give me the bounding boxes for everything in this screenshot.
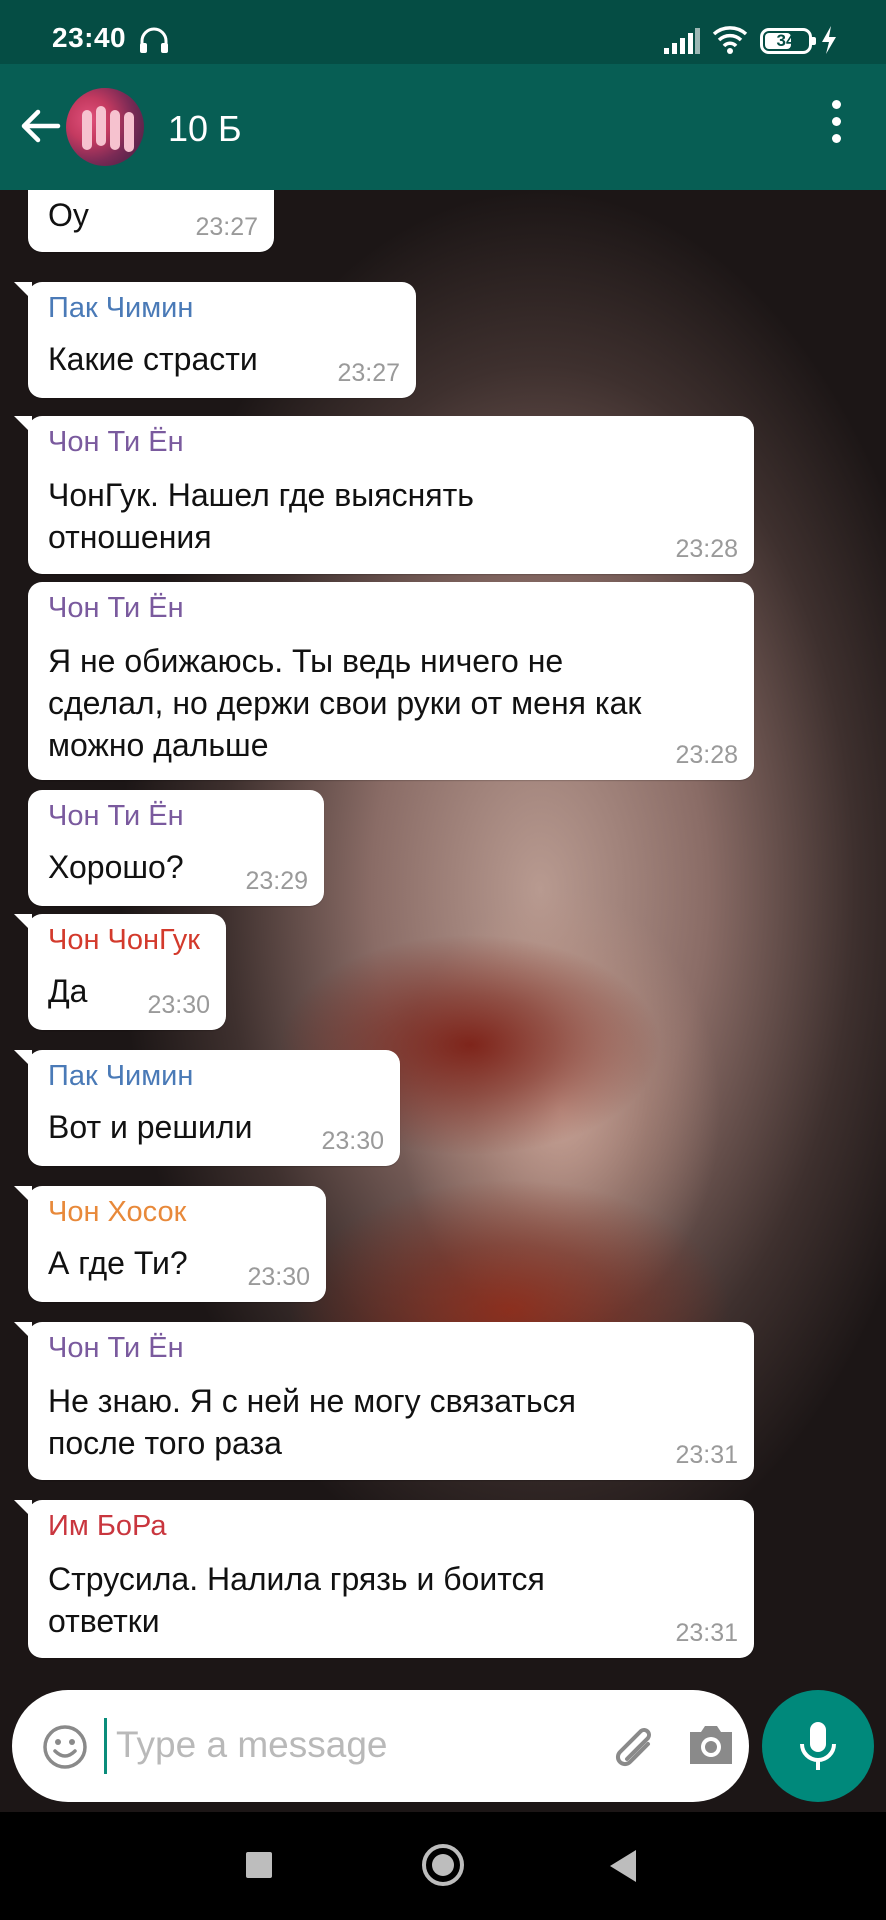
recents-icon[interactable]: [246, 1852, 272, 1878]
message-time: 23:27: [195, 213, 258, 241]
charging-bolt-icon: [822, 26, 836, 54]
message-bubble[interactable]: Оу 23:27: [28, 190, 274, 252]
message-bubble[interactable]: Им БоРа Струсила. Налила грязь и боится о…: [14, 1500, 754, 1658]
message-line: Струсила. Налила грязь и боится: [48, 1561, 545, 1597]
headphones-icon: [140, 27, 168, 53]
message-bubble[interactable]: Чон Ти Ён Я не обижаюсь. Ты ведь ничего …: [28, 582, 754, 780]
message-text: Не знаю. Я с ней не могу связаться после …: [48, 1380, 576, 1464]
message-sender: Чон Ти Ён: [48, 1332, 184, 1364]
status-bar: 23:40 34: [0, 0, 886, 64]
status-time: 23:40: [52, 22, 127, 53]
system-nav-bar: [0, 1812, 886, 1920]
message-sender: Чон ЧонГук: [48, 924, 200, 956]
text-caret: [104, 1718, 107, 1774]
message-time: 23:31: [675, 1441, 738, 1469]
message-bubble[interactable]: Чон Ти Ён ЧонГук. Нашел где выяснять отно…: [14, 416, 754, 574]
message-bubble[interactable]: Пак Чимин Вот и решили 23:30: [14, 1050, 400, 1166]
message-text: Я не обижаюсь. Ты ведь ничего не сделал, …: [48, 640, 641, 766]
message-line: ответки: [48, 1603, 160, 1639]
message-composer[interactable]: Type a message: [12, 1690, 749, 1802]
attach-icon[interactable]: [606, 1720, 660, 1774]
wifi-icon: [712, 26, 748, 54]
group-avatar[interactable]: [66, 88, 144, 166]
mic-icon: [800, 1722, 836, 1770]
message-input[interactable]: Type a message: [116, 1724, 387, 1766]
chat-header: 10 Б: [0, 64, 886, 190]
message-time: 23:27: [337, 359, 400, 387]
message-text: Какие страсти: [48, 341, 258, 377]
message-time: 23:31: [675, 1619, 738, 1647]
message-bubble[interactable]: Чон ЧонГук Да 23:30: [14, 914, 226, 1030]
mic-button[interactable]: [762, 1690, 874, 1802]
home-icon[interactable]: [422, 1844, 464, 1886]
message-sender: Пак Чимин: [48, 1060, 194, 1092]
message-text: Оу: [48, 197, 89, 233]
message-time: 23:28: [675, 535, 738, 563]
message-sender: Чон Ти Ён: [48, 592, 184, 624]
message-list[interactable]: Оу 23:27 Пак Чимин Какие страсти 23:27 Ч…: [0, 190, 886, 1812]
message-sender: Им БоРа: [48, 1510, 167, 1542]
message-line: Не знаю. Я с ней не могу связаться: [48, 1383, 576, 1419]
message-sender: Пак Чимин: [48, 292, 194, 324]
message-line: сделал, но держи свои руки от меня как: [48, 685, 642, 721]
message-text: Струсила. Налила грязь и боится ответки: [48, 1558, 545, 1642]
message-time: 23:30: [321, 1127, 384, 1155]
message-line: Я не обижаюсь. Ты ведь ничего не: [48, 643, 564, 679]
message-text: Хорошо?: [48, 849, 184, 885]
message-sender: Чон Хосок: [48, 1196, 187, 1228]
signal-icon: [664, 28, 700, 54]
emoji-icon[interactable]: [42, 1724, 88, 1770]
message-bubble[interactable]: Чон Ти Ён Хорошо? 23:29: [28, 790, 324, 906]
message-line: после того раза: [48, 1425, 282, 1461]
message-time: 23:28: [675, 741, 738, 769]
message-line: можно дальше: [48, 727, 269, 763]
battery-level: 34: [776, 31, 796, 50]
message-text: Да: [48, 973, 88, 1009]
chat-title[interactable]: 10 Б: [168, 108, 242, 150]
message-text: Вот и решили: [48, 1109, 253, 1145]
back-arrow-icon[interactable]: [18, 104, 62, 148]
back-icon[interactable]: [610, 1850, 636, 1882]
message-time: 23:29: [245, 867, 308, 895]
message-bubble[interactable]: Чон Ти Ён Не знаю. Я с ней не могу связа…: [14, 1322, 754, 1480]
overflow-menu-icon[interactable]: [826, 100, 846, 152]
message-line: отношения: [48, 519, 212, 555]
message-bubble[interactable]: Пак Чимин Какие страсти 23:27: [14, 282, 416, 398]
message-bubble[interactable]: Чон Хосок А где Ти? 23:30: [14, 1186, 326, 1302]
message-time: 23:30: [147, 991, 210, 1019]
battery-icon: 34: [760, 28, 816, 54]
message-time: 23:30: [247, 1263, 310, 1291]
message-text: ЧонГук. Нашел где выяснять отношения: [48, 474, 474, 558]
message-sender: Чон Ти Ён: [48, 426, 184, 458]
message-line: ЧонГук. Нашел где выяснять: [48, 477, 474, 513]
message-text: А где Ти?: [48, 1245, 188, 1281]
camera-icon[interactable]: [686, 1722, 736, 1768]
message-sender: Чон Ти Ён: [48, 800, 184, 832]
